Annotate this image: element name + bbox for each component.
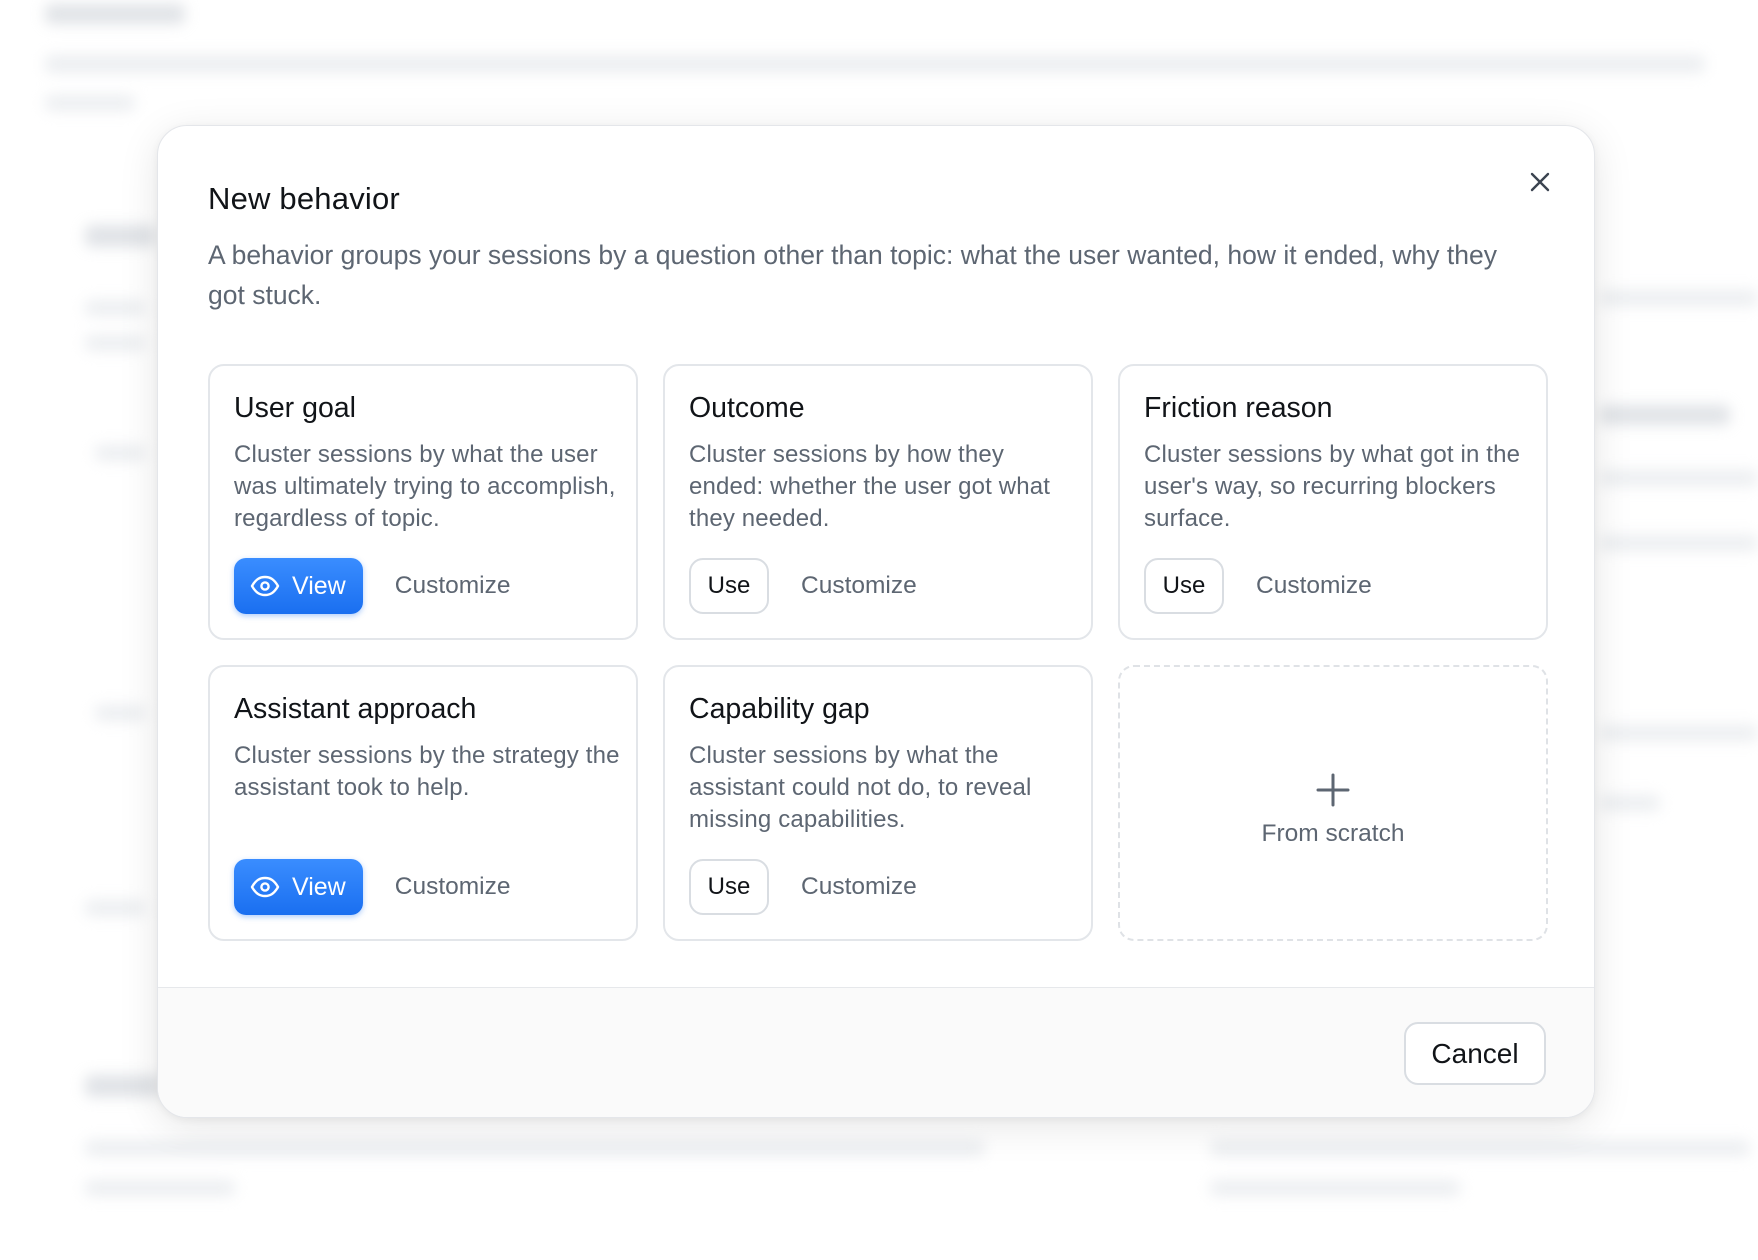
cancel-button[interactable]: Cancel xyxy=(1404,1022,1546,1085)
bg-placeholder xyxy=(1210,1180,1460,1196)
card-description: Cluster sessions by what got in the user… xyxy=(1144,441,1521,532)
behavior-templates-grid: User goal Cluster sessions by what the u… xyxy=(208,364,1548,941)
card-actions: View Customize xyxy=(234,859,510,915)
customize-button[interactable]: Customize xyxy=(1256,572,1372,600)
card-actions: View Customize xyxy=(234,558,510,614)
card-title: User goal xyxy=(234,392,356,424)
customize-button[interactable]: Customize xyxy=(801,572,917,600)
bg-placeholder xyxy=(95,445,145,461)
card-actions: Use Customize xyxy=(1144,558,1372,614)
bg-placeholder xyxy=(1600,290,1758,306)
use-button[interactable]: Use xyxy=(689,558,769,614)
card-title: Capability gap xyxy=(689,693,870,725)
modal-description: A behavior groups your sessions by a que… xyxy=(208,240,1497,310)
bg-placeholder xyxy=(85,225,155,247)
template-card-capability-gap: Capability gap Cluster sessions by what … xyxy=(663,665,1093,941)
eye-icon xyxy=(250,575,280,597)
bg-placeholder xyxy=(85,1140,985,1156)
bg-placeholder xyxy=(1600,470,1758,486)
card-actions: Use Customize xyxy=(689,558,917,614)
bg-placeholder xyxy=(85,1075,160,1097)
template-card-friction-reason: Friction reason Cluster sessions by what… xyxy=(1118,364,1548,640)
view-button[interactable]: View xyxy=(234,558,363,614)
template-card-assistant-approach: Assistant approach Cluster sessions by t… xyxy=(208,665,638,941)
close-button[interactable] xyxy=(1520,162,1560,202)
bg-placeholder xyxy=(1600,405,1730,425)
bg-placeholder xyxy=(1600,795,1660,811)
customize-button[interactable]: Customize xyxy=(395,572,511,600)
card-title: Outcome xyxy=(689,392,805,424)
view-button-label: View xyxy=(292,571,346,600)
new-behavior-modal: New behavior A behavior groups your sess… xyxy=(157,125,1595,1118)
card-description: Cluster sessions by how they ended: whet… xyxy=(689,441,1051,532)
card-actions: Use Customize xyxy=(689,859,917,915)
template-card-user-goal: User goal Cluster sessions by what the u… xyxy=(208,364,638,640)
bg-placeholder xyxy=(85,1180,235,1196)
from-scratch-card[interactable]: From scratch xyxy=(1118,665,1548,941)
bg-placeholder xyxy=(45,95,135,111)
plus-icon xyxy=(1316,773,1350,807)
eye-icon xyxy=(250,876,280,898)
card-description: Cluster sessions by the strategy the ass… xyxy=(234,742,620,801)
bg-placeholder xyxy=(85,335,145,351)
view-button-label: View xyxy=(292,872,346,901)
bg-placeholder xyxy=(1210,1140,1750,1156)
bg-placeholder xyxy=(45,55,1705,73)
customize-button[interactable]: Customize xyxy=(395,873,511,901)
customize-button[interactable]: Customize xyxy=(801,873,917,901)
from-scratch-label: From scratch xyxy=(1261,820,1405,847)
bg-placeholder xyxy=(45,4,185,24)
template-card-outcome: Outcome Cluster sessions by how they end… xyxy=(663,364,1093,640)
use-button[interactable]: Use xyxy=(1144,558,1224,614)
card-description: Cluster sessions by what the user was ul… xyxy=(234,441,616,532)
card-description: Cluster sessions by what the assistant c… xyxy=(689,742,1032,833)
card-title: Friction reason xyxy=(1144,392,1333,424)
modal-footer: Cancel xyxy=(158,987,1594,1117)
bg-placeholder xyxy=(85,300,145,316)
modal-title: New behavior xyxy=(208,181,400,216)
bg-placeholder xyxy=(85,900,145,916)
bg-placeholder xyxy=(95,705,145,721)
card-title: Assistant approach xyxy=(234,693,477,725)
view-button[interactable]: View xyxy=(234,859,363,915)
use-button[interactable]: Use xyxy=(689,859,769,915)
bg-placeholder xyxy=(1600,725,1758,741)
bg-placeholder xyxy=(1600,535,1758,551)
close-icon xyxy=(1530,172,1550,192)
